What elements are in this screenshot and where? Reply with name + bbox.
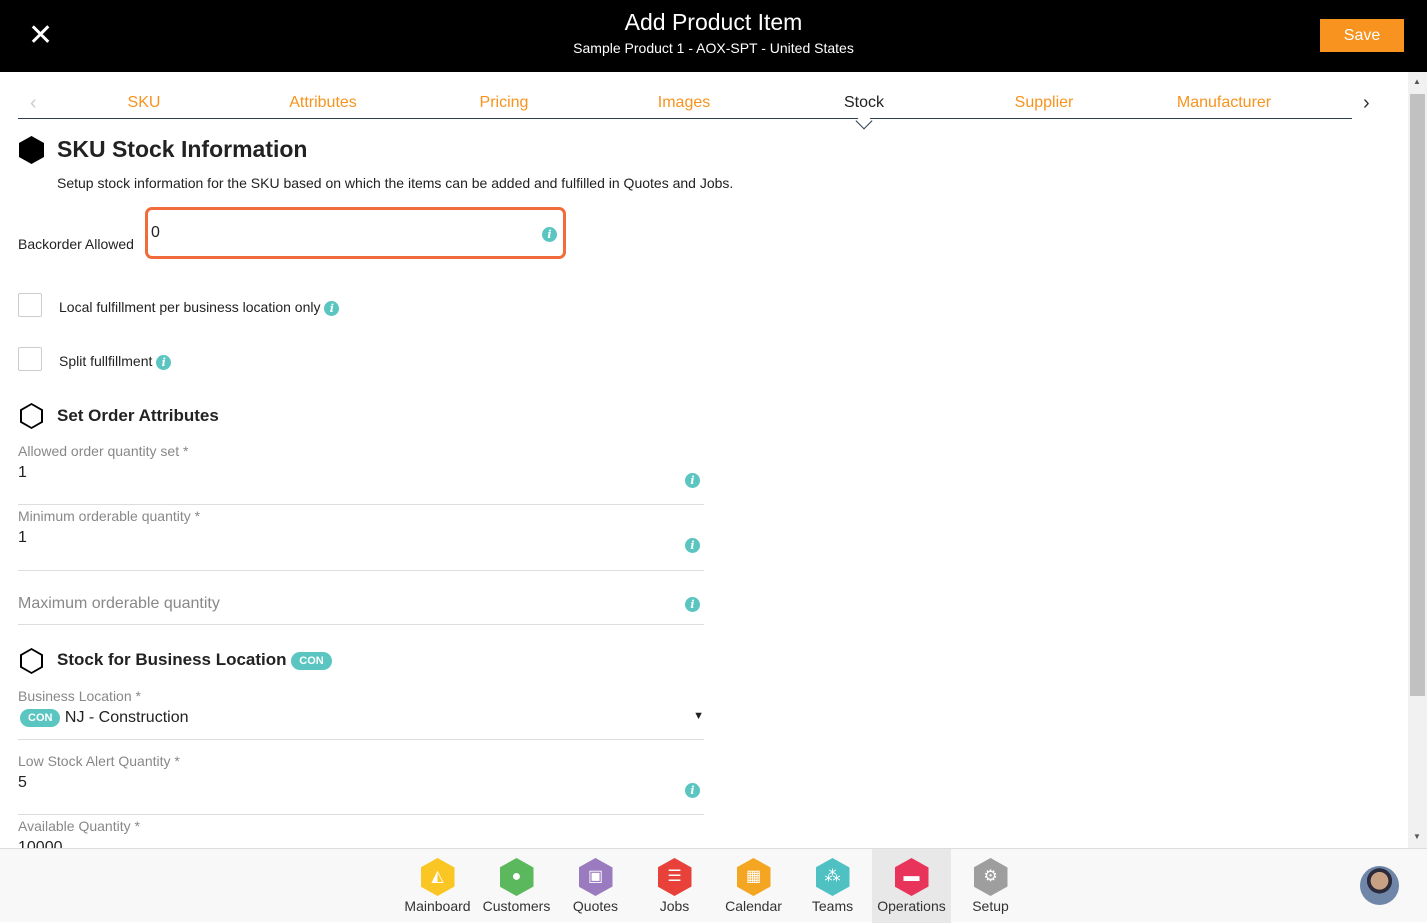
info-icon[interactable]: i [542,227,557,242]
location-badge: CON [291,651,332,670]
scroll-up-icon[interactable]: ▲ [1413,77,1421,86]
field-label: Allowed order quantity set * [18,443,189,459]
location-badge: CON [20,709,61,727]
nav-mainboard[interactable]: ◭ Mainboard [398,849,477,923]
nav-label: Customers [482,898,551,914]
tab-stock[interactable]: Stock [844,94,884,112]
nav-label: Setup [972,898,1009,914]
business-location-select[interactable]: Business Location * CON NJ - Constructio… [18,688,704,740]
split-fulfillment-label: Split fullfillment i [59,353,172,370]
business-stock-title-text: Stock for Business Location [57,650,287,669]
mainboard-icon: ◭ [420,858,455,896]
tab-bar: SKU Attributes Pricing Images Stock Supp… [18,90,1352,119]
section-description: Setup stock information for the SKU base… [57,175,734,191]
save-button[interactable]: Save [1320,19,1404,52]
info-icon[interactable]: i [324,301,340,316]
min-quantity-field[interactable]: Minimum orderable quantity * 1 i [18,508,704,571]
hexagon-outline-icon [20,403,43,429]
field-value: 10000 [18,839,63,848]
tab-manufacturer[interactable]: Manufacturer [1177,94,1271,112]
section-title: SKU Stock Information [57,136,308,162]
field-value: 1 [18,464,27,481]
available-quantity-field[interactable]: Available Quantity * 10000 [18,818,704,848]
content-area: ‹ › SKU Attributes Pricing Images Stock … [0,72,1408,848]
nav-label: Teams [811,898,854,914]
field-value: CON NJ - Construction [20,709,189,727]
backorder-value: 0 [151,224,160,241]
scrollbar-thumb[interactable] [1410,94,1425,696]
nav-setup[interactable]: ⚙ Setup [951,849,1030,923]
low-stock-field[interactable]: Low Stock Alert Quantity * 5 i [18,753,704,815]
allowed-quantity-field[interactable]: Allowed order quantity set * 1 i [18,443,704,505]
nav-quotes[interactable]: ▣ Quotes [556,849,635,923]
info-icon[interactable]: i [685,473,700,488]
page-title: Add Product Item [624,9,803,35]
nav-jobs[interactable]: ☰ Jobs [635,849,714,923]
location-name: NJ - Construction [64,709,189,727]
tab-sku[interactable]: SKU [128,94,161,112]
info-icon[interactable]: i [685,538,700,553]
split-fulfillment-checkbox[interactable] [18,347,42,371]
nav-label: Calendar [725,898,782,914]
gear-icon: ⚙ [973,858,1008,896]
local-fulfillment-label: Local fulfillment per business location … [59,299,340,316]
backorder-label: Backorder Allowed [18,236,134,252]
business-stock-title: Stock for Business Location CON [57,650,332,670]
max-quantity-field[interactable]: Maximum orderable quantity i [18,573,704,625]
scroll-down-icon[interactable]: ▼ [1413,832,1421,841]
field-label: Available Quantity * [18,818,140,834]
tabs-next-icon[interactable]: › [1363,92,1370,115]
quotes-icon: ▣ [578,858,613,896]
jobs-icon: ☰ [657,858,692,896]
field-label: Minimum orderable quantity * [18,508,201,524]
avatar[interactable] [1360,866,1399,905]
teams-icon: ⁂ [815,858,850,896]
nav-label: Operations [877,898,946,914]
field-value: 5 [18,774,27,791]
local-fulfillment-checkbox[interactable] [18,293,42,317]
tab-attributes[interactable]: Attributes [289,94,357,112]
info-icon[interactable]: i [685,597,700,612]
order-attributes-title: Set Order Attributes [57,406,219,425]
info-icon[interactable]: i [685,783,700,798]
field-label: Business Location * [18,688,141,704]
dropdown-caret-icon[interactable]: ▼ [693,710,704,722]
local-fulfillment-text: Local fulfillment per business location … [59,299,321,315]
nav-label: Mainboard [404,898,471,914]
hexagon-filled-icon [19,136,44,164]
tab-pricing[interactable]: Pricing [480,94,529,112]
page-subtitle: Sample Product 1 - AOX-SPT - United Stat… [573,40,854,56]
nav-label: Jobs [659,898,690,914]
nav-teams[interactable]: ⁂ Teams [793,849,872,923]
calendar-icon: ▦ [736,858,771,896]
split-fulfillment-text: Split fullfillment [59,353,153,369]
field-placeholder: Maximum orderable quantity [18,595,220,612]
nav-label: Quotes [572,898,619,914]
tab-supplier[interactable]: Supplier [1015,94,1074,112]
tab-images[interactable]: Images [658,94,710,112]
backorder-input[interactable]: 0 i [145,207,566,259]
hexagon-outline-icon [20,648,43,674]
customer-icon: ● [499,858,534,896]
briefcase-icon: ▬ [894,858,929,896]
scrollbar[interactable]: ▲ ▼ [1408,72,1427,848]
nav-calendar[interactable]: ▦ Calendar [714,849,793,923]
nav-customers[interactable]: ● Customers [477,849,556,923]
nav-operations[interactable]: ▬ Operations [872,849,951,923]
bottom-nav: ◭ Mainboard ● Customers ▣ Quotes ☰ Jobs ▦ Cal… [0,848,1427,923]
header: ✕ Add Product Item Sample Product 1 - AO… [0,0,1427,72]
info-icon[interactable]: i [156,355,172,370]
field-value: 1 [18,529,27,546]
field-label: Low Stock Alert Quantity * [18,753,180,769]
